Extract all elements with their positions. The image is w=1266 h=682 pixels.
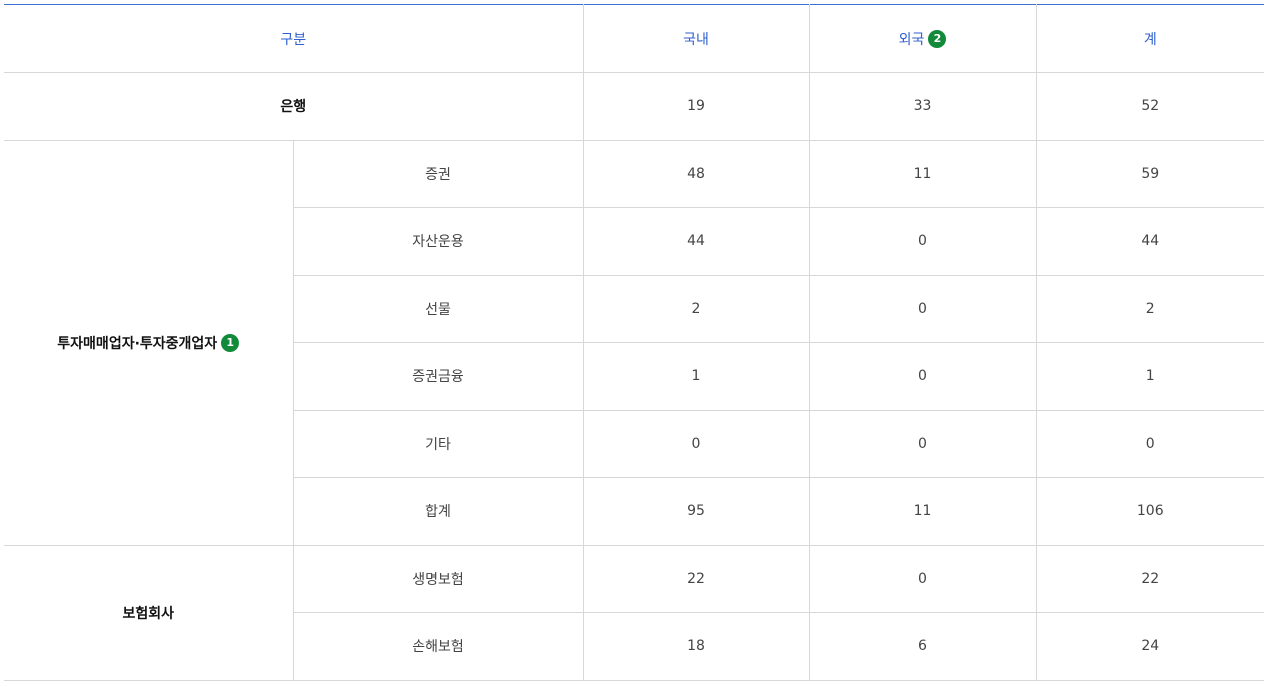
group-label-investment: 투자매매업자·투자중개업자 1 [4, 140, 293, 546]
financial-institutions-table-wrapper: 구분 국내 외국 2 계 은행 19 33 52 투자매매업자·투자중개업자 1 증… [4, 4, 1265, 681]
row-label: 선물 [292, 275, 584, 343]
footnote-badge-1[interactable]: 1 [221, 333, 240, 352]
cell-domestic: 0 [582, 410, 810, 478]
cell-domestic: 2 [582, 275, 810, 343]
row-label: 증권금융 [292, 342, 584, 411]
header-foreign: 외국 2 [808, 4, 1037, 73]
cell-domestic: 18 [582, 612, 810, 681]
financial-institutions-table: 구분 국내 외국 2 계 은행 19 33 52 투자매매업자·투자중개업자 1 증… [4, 4, 1265, 681]
header-total: 계 [1035, 4, 1265, 73]
cell-total: 22 [1035, 545, 1265, 613]
cell-domestic: 1 [582, 342, 810, 411]
table-row: 투자매매업자·투자중개업자 1 증권 48 11 59 [4, 140, 1265, 546]
table-row: 보험회사 생명보험 22 0 22 [4, 545, 1265, 681]
group-label-investment-text: 투자매매업자·투자중개업자 [57, 335, 218, 352]
cell-foreign: 0 [808, 207, 1037, 276]
cell-domestic: 48 [582, 140, 810, 208]
cell-total: 52 [1035, 72, 1265, 141]
header-foreign-label: 외국 [898, 31, 925, 48]
row-label: 증권 [292, 140, 584, 208]
cell-total: 44 [1035, 207, 1265, 276]
cell-total: 1 [1035, 342, 1265, 411]
table-row-bank: 은행 19 33 52 [4, 72, 1265, 141]
row-label: 기타 [292, 410, 584, 478]
cell-foreign: 11 [808, 140, 1037, 208]
row-label: 생명보험 [292, 545, 584, 613]
cell-foreign: 6 [808, 612, 1037, 681]
row-label-subtotal: 합계 [292, 477, 584, 546]
header-row: 구분 국내 외국 2 계 [4, 4, 1265, 73]
cell-total: 24 [1035, 612, 1265, 681]
row-label: 손해보험 [292, 612, 584, 681]
cell-foreign: 0 [808, 342, 1037, 411]
header-domestic: 국내 [582, 4, 810, 73]
group-label-insurance: 보험회사 [4, 545, 293, 681]
footnote-badge-2[interactable]: 2 [928, 29, 947, 48]
cell-foreign: 33 [808, 72, 1037, 141]
cell-total: 0 [1035, 410, 1265, 478]
cell-foreign: 0 [808, 545, 1037, 613]
row-label: 자산운용 [292, 207, 584, 276]
cell-domestic: 19 [582, 72, 810, 141]
cell-total: 59 [1035, 140, 1265, 208]
cell-domestic: 95 [582, 477, 810, 546]
cell-total: 2 [1035, 275, 1265, 343]
cell-domestic: 22 [582, 545, 810, 613]
cell-domestic: 44 [582, 207, 810, 276]
cell-foreign: 0 [808, 275, 1037, 343]
header-category: 구분 [4, 4, 584, 73]
group-label-bank: 은행 [4, 72, 584, 141]
cell-total: 106 [1035, 477, 1265, 546]
cell-foreign: 11 [808, 477, 1037, 546]
cell-foreign: 0 [808, 410, 1037, 478]
